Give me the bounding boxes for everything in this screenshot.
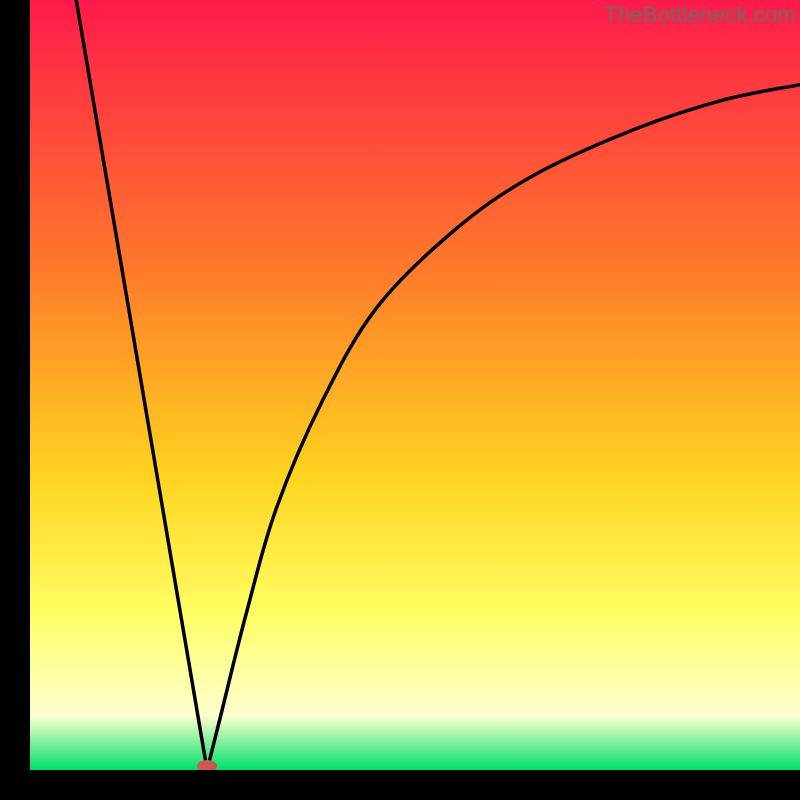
watermark-text: TheBottleneck.com [604, 2, 796, 28]
bottleneck-chart [30, 0, 800, 770]
gradient-background [30, 0, 800, 770]
chart-frame: TheBottleneck.com [30, 0, 800, 770]
